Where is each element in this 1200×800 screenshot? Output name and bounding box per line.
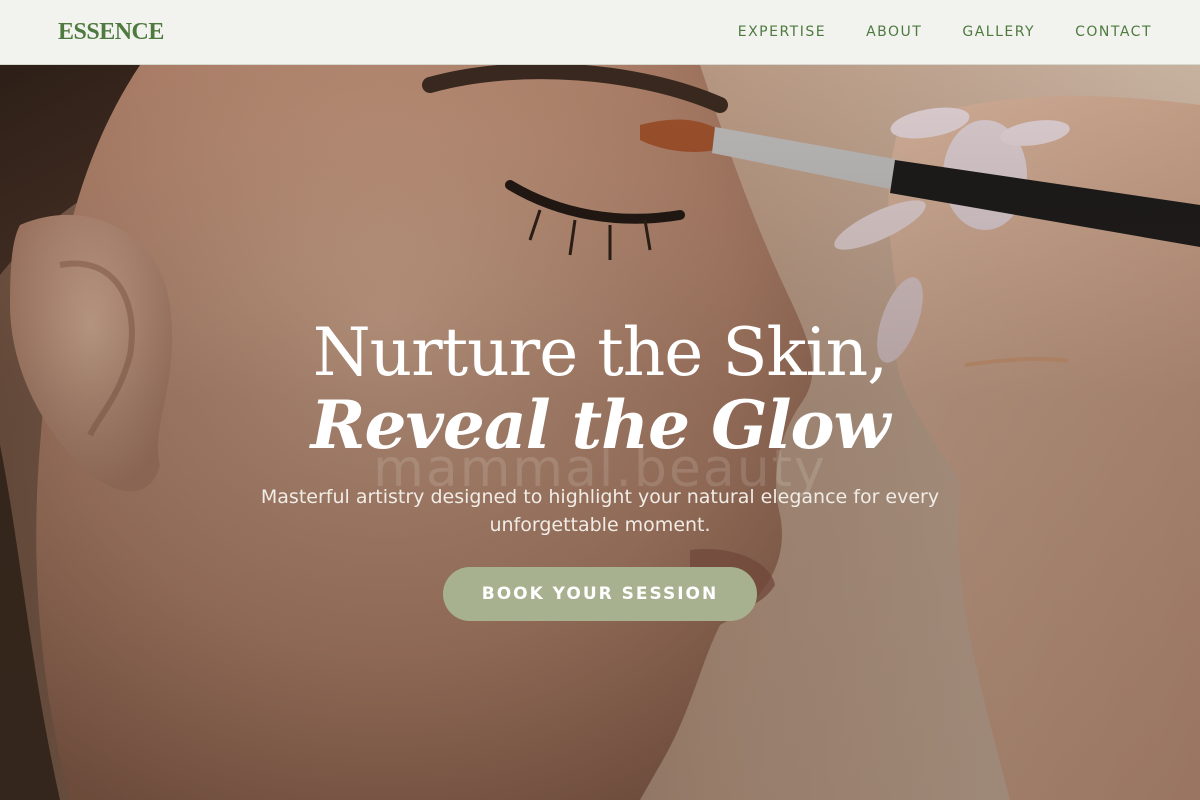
main-nav: EXPERTISE ABOUT GALLERY CONTACT bbox=[738, 23, 1152, 41]
nav-link-expertise[interactable]: EXPERTISE bbox=[738, 24, 826, 40]
hero-subtitle: Masterful artistry designed to highlight… bbox=[260, 486, 940, 536]
hero-headline-line-1: Nurture the Skin, bbox=[312, 314, 888, 391]
hero-content: mammal.beauty Nurture the Skin, Reveal t… bbox=[150, 317, 1050, 621]
nav-item-about: ABOUT bbox=[866, 23, 922, 41]
brand-logo[interactable]: ESSENCE bbox=[58, 19, 164, 46]
book-session-button[interactable]: BOOK YOUR SESSION bbox=[443, 567, 757, 621]
nav-link-gallery[interactable]: GALLERY bbox=[962, 24, 1035, 40]
nav-item-expertise: EXPERTISE bbox=[738, 23, 826, 41]
nav-item-gallery: GALLERY bbox=[962, 23, 1035, 41]
site-header: ESSENCE EXPERTISE ABOUT GALLERY CONTACT bbox=[0, 0, 1200, 65]
hero-section: mammal.beauty Nurture the Skin, Reveal t… bbox=[0, 65, 1200, 800]
hero-headline-line-2: Reveal the Glow bbox=[310, 386, 891, 464]
nav-item-contact: CONTACT bbox=[1075, 23, 1152, 41]
nav-link-about[interactable]: ABOUT bbox=[866, 24, 922, 40]
nav-link-contact[interactable]: CONTACT bbox=[1075, 24, 1152, 40]
